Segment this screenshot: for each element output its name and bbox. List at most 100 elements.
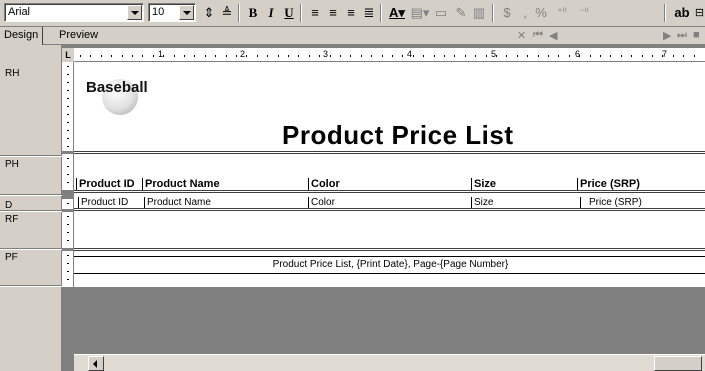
report-title[interactable]: Product Price List	[282, 120, 514, 151]
chevron-down-icon[interactable]	[127, 5, 142, 20]
grow-font-icon[interactable]: ⇕	[200, 4, 218, 22]
ruler-tick	[257, 55, 258, 57]
header-color[interactable]: Color	[308, 178, 340, 190]
ruler-tick	[434, 55, 435, 57]
band-labels: RH PH D RF PF	[0, 45, 62, 371]
band-page-header[interactable]: PH	[5, 159, 19, 170]
vertical-ruler	[62, 62, 74, 151]
ruler-tick	[569, 55, 570, 57]
ruler-tick	[309, 55, 310, 57]
band-divider	[0, 194, 62, 196]
format-painter-icon[interactable]: ✎	[452, 4, 470, 22]
vertical-ruler	[62, 251, 74, 287]
ruler-tick	[67, 82, 69, 83]
justify-icon[interactable]: ≣	[360, 4, 378, 22]
horizontal-scrollbar[interactable]	[74, 354, 705, 371]
header-product-name[interactable]: Product Name	[142, 178, 220, 190]
page-footer-text[interactable]: Product Price List, {Print Date}, Page-{…	[76, 259, 705, 270]
font-size-combo[interactable]: 10	[148, 3, 196, 22]
band-page-footer[interactable]: PF	[5, 252, 18, 263]
field-price[interactable]: Price (SRP)	[580, 197, 642, 208]
border-icon[interactable]: ▭	[432, 4, 450, 22]
ruler-tick	[67, 106, 69, 107]
ruler-tick	[683, 55, 684, 57]
ruler-number: 5	[491, 49, 497, 59]
currency-icon[interactable]: $	[498, 4, 516, 22]
ruler-tick	[90, 55, 91, 57]
fill-color-icon[interactable]: ▤▾	[410, 4, 430, 22]
ruler-tick	[122, 55, 123, 57]
ruler-number: 2	[240, 49, 246, 59]
ruler-tick	[67, 240, 69, 241]
band-separator[interactable]	[74, 151, 705, 154]
separator	[238, 4, 240, 22]
band-separator[interactable]	[74, 248, 705, 251]
header-size[interactable]: Size	[471, 178, 496, 190]
ruler-tick	[67, 166, 69, 167]
scroll-left-button[interactable]	[88, 356, 104, 371]
align-left-icon[interactable]: ≡	[306, 4, 324, 22]
italic-icon[interactable]: I	[262, 4, 280, 22]
text-box-icon[interactable]: ab	[670, 4, 694, 22]
band-separator[interactable]	[74, 208, 705, 211]
last-page-icon[interactable]: ⏭	[677, 29, 687, 42]
ruler-tick	[475, 55, 476, 57]
next-page-icon[interactable]: ▶	[663, 29, 671, 42]
increase-decimal-icon[interactable]: ⁺⁰	[552, 4, 572, 22]
bold-icon[interactable]: B	[244, 4, 262, 22]
header-price[interactable]: Price (SRP)	[577, 178, 640, 190]
ruler-tick	[694, 55, 695, 57]
ruler-tick	[631, 55, 632, 57]
band-report-footer[interactable]: RF	[5, 214, 18, 225]
chart-icon[interactable]: ▥	[470, 4, 488, 22]
field-product-id[interactable]: Product ID	[78, 197, 128, 208]
vertical-ruler	[62, 212, 74, 248]
band-separator[interactable]	[74, 190, 705, 193]
first-page-icon[interactable]: ⏮	[533, 29, 543, 42]
separator	[664, 4, 666, 22]
report-design-surface[interactable]	[74, 62, 705, 287]
tab-preview[interactable]: Preview	[55, 27, 102, 45]
header-product-id[interactable]: Product ID	[76, 178, 135, 190]
ruler-tick	[132, 55, 133, 57]
field-color[interactable]: Color	[308, 197, 335, 208]
ruler-tick	[454, 55, 455, 57]
baseball-logo[interactable]: Baseball	[86, 75, 148, 117]
ruler-tick	[402, 55, 403, 57]
ruler-tick	[465, 55, 466, 57]
more-tools-icon[interactable]: ⊟	[694, 4, 705, 22]
ruler-tick	[174, 55, 175, 57]
ruler-tick	[67, 203, 69, 204]
ruler-tick	[163, 55, 164, 57]
underline-icon[interactable]: U	[280, 4, 298, 22]
ruler-tick	[153, 55, 154, 57]
decrease-decimal-icon[interactable]: ⁻⁰	[574, 4, 594, 22]
ruler-tick	[392, 55, 393, 57]
align-center-icon[interactable]: ≡	[324, 4, 342, 22]
field-size[interactable]: Size	[471, 197, 493, 208]
footer-top-line	[74, 256, 705, 257]
comma-icon[interactable]: ,	[518, 4, 532, 22]
field-product-name[interactable]: Product Name	[144, 197, 211, 208]
tab-design[interactable]: Design	[0, 27, 44, 45]
font-color-icon[interactable]: A▾	[386, 4, 408, 22]
ruler-tick	[590, 55, 591, 57]
band-report-header[interactable]: RH	[5, 68, 19, 79]
align-right-icon[interactable]: ≡	[342, 4, 360, 22]
scroll-thumb[interactable]	[654, 356, 702, 371]
view-tabs: Design Preview ✕ ⏮ ◀ ▶ ⏭ ■	[0, 27, 705, 45]
ruler-tick	[67, 138, 69, 139]
ruler-tick	[517, 55, 518, 57]
shrink-font-icon[interactable]: ≜	[218, 4, 236, 22]
ruler-tick	[236, 55, 237, 57]
footer-bottom-line	[74, 273, 705, 274]
close-icon[interactable]: ✕	[517, 29, 526, 42]
percent-icon[interactable]: %	[532, 4, 550, 22]
font-name-combo[interactable]: Arial	[4, 3, 144, 22]
stop-icon[interactable]: ■	[693, 29, 700, 41]
separator	[380, 4, 382, 22]
ruler-tick	[205, 55, 206, 57]
ruler-tick	[67, 122, 69, 123]
prev-page-icon[interactable]: ◀	[549, 29, 557, 42]
chevron-down-icon[interactable]	[179, 5, 194, 20]
